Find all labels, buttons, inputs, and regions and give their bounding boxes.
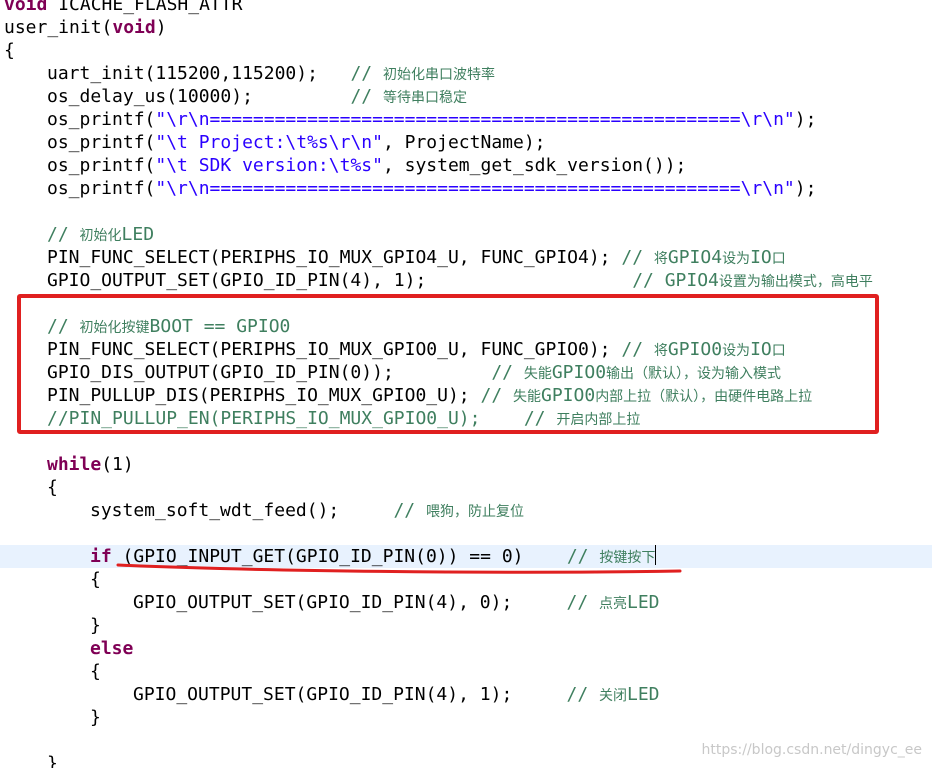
code-editor[interactable]: void ICACHE_FLASH_ATTR user_init(void){ua… [0, 0, 932, 768]
watermark: https://blog.csdn.net/dingyc_ee [701, 742, 923, 758]
annotation-underline [116, 563, 682, 574]
